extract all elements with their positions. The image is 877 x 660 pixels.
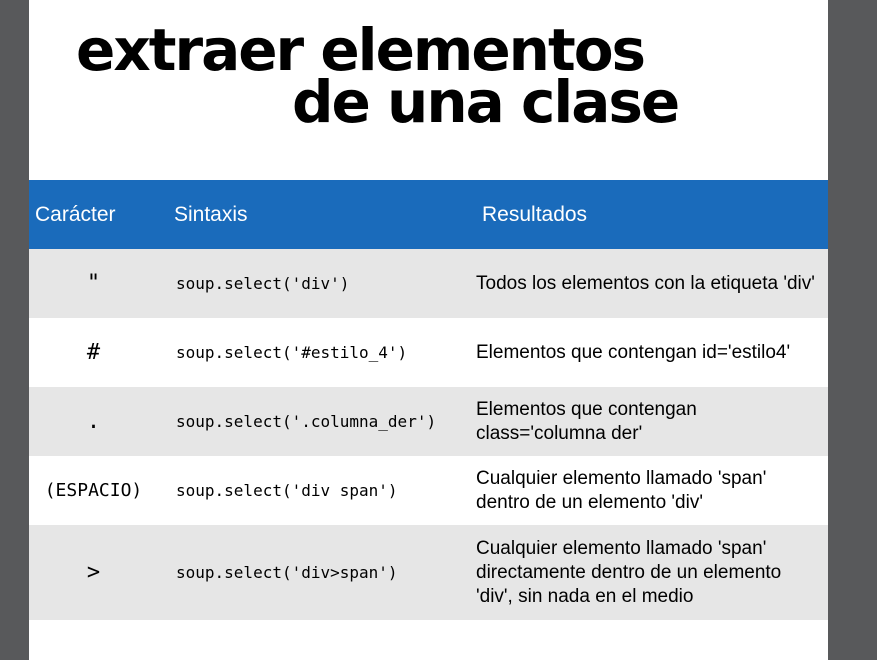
row-result: Todos los elementos con la etiqueta 'div… [460, 249, 828, 318]
page-title: extraer elementos de una clase [29, 0, 828, 180]
table-row: " soup.select('div') Todos los elementos… [29, 249, 828, 318]
header-results: Resultados [460, 180, 828, 249]
row-character: " [29, 249, 158, 318]
row-character: (ESPACIO) [29, 456, 158, 525]
row-character: # [29, 318, 158, 387]
row-syntax: soup.select('div>span') [158, 525, 460, 620]
header-character: Carácter [29, 180, 158, 249]
row-syntax: soup.select('#estilo_4') [158, 318, 460, 387]
table-row: (ESPACIO) soup.select('div span') Cualqu… [29, 456, 828, 525]
table-row: > soup.select('div>span') Cualquier elem… [29, 525, 828, 620]
row-result: Elementos que contengan id='estilo4' [460, 318, 828, 387]
row-syntax: soup.select('div span') [158, 456, 460, 525]
row-result: Elementos que contengan class='columna d… [460, 387, 828, 456]
selector-reference-table: Carácter Sintaxis Resultados " soup.sele… [29, 180, 828, 620]
row-character: > [29, 525, 158, 620]
title-line-2: de una clase [292, 68, 680, 136]
row-result: Cualquier elemento llamado 'span' direct… [460, 525, 828, 620]
table-header-row: Carácter Sintaxis Resultados [29, 180, 828, 249]
header-syntax: Sintaxis [158, 180, 460, 249]
document-page: extraer elementos de una clase Carácter … [29, 0, 828, 660]
row-syntax: soup.select('div') [158, 249, 460, 318]
row-character: . [29, 387, 158, 456]
table-row: # soup.select('#estilo_4') Elementos que… [29, 318, 828, 387]
row-result: Cualquier elemento llamado 'span' dentro… [460, 456, 828, 525]
table-row: . soup.select('.columna_der') Elementos … [29, 387, 828, 456]
row-syntax: soup.select('.columna_der') [158, 387, 460, 456]
